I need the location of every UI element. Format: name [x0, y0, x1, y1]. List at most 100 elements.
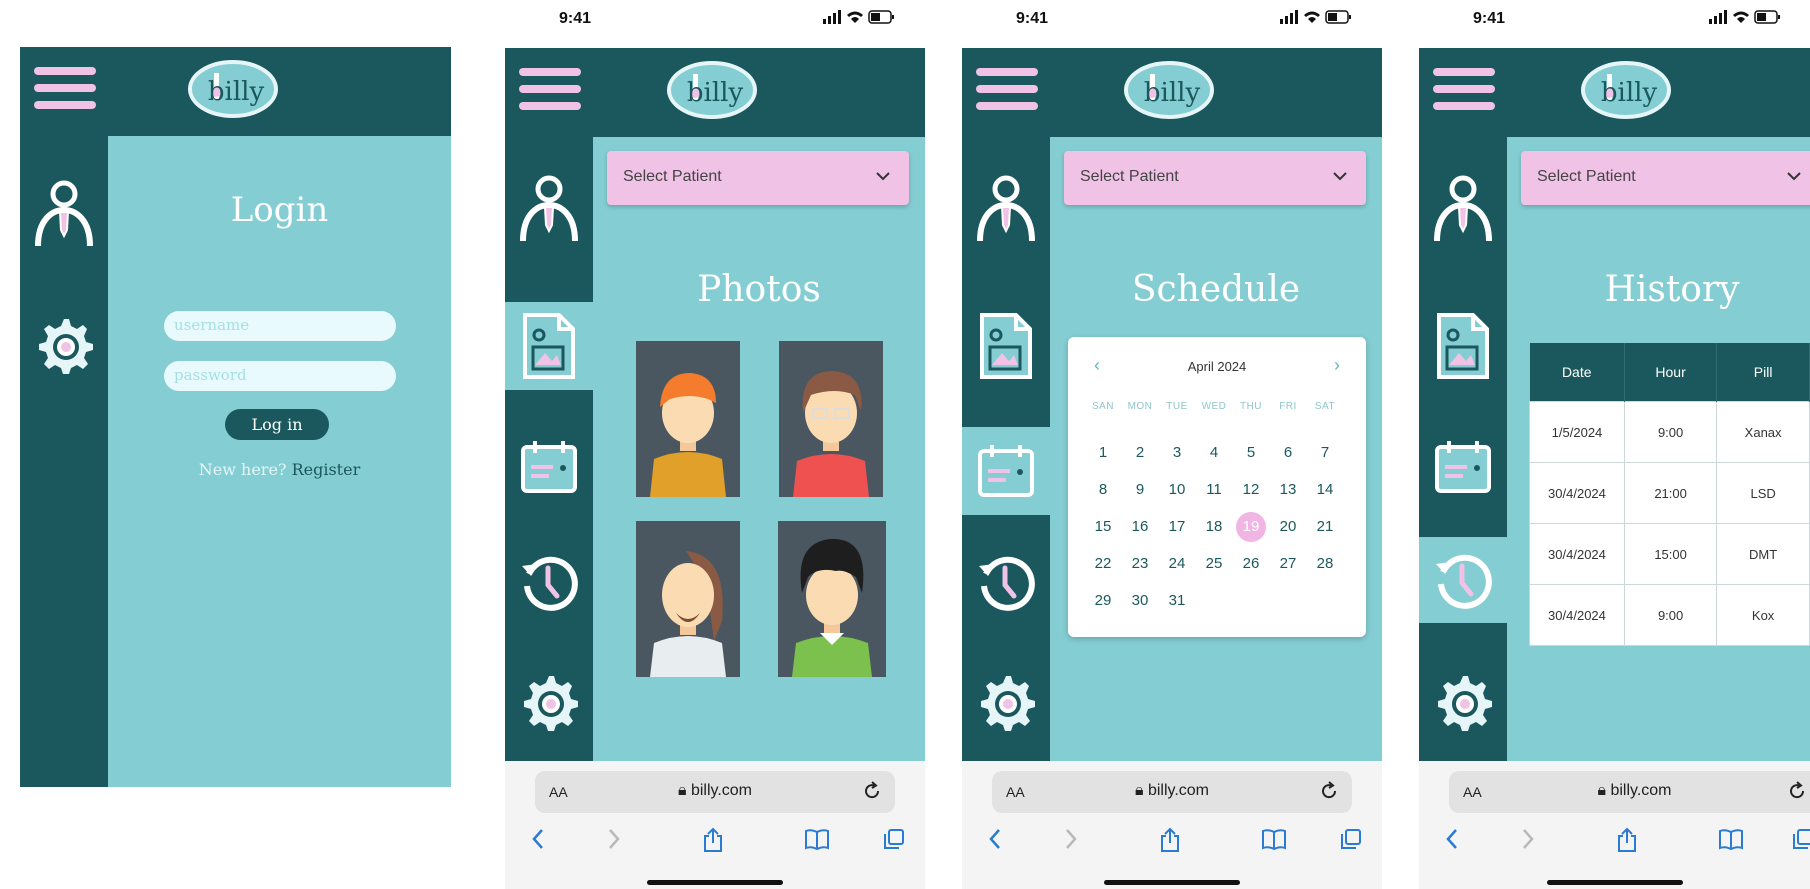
nav-photos[interactable]: [505, 302, 593, 390]
photo-document-icon: [519, 311, 579, 381]
calendar-day[interactable]: 10: [1162, 475, 1192, 505]
calendar-day[interactable]: 25: [1199, 549, 1229, 579]
next-month-icon[interactable]: ›: [1334, 355, 1340, 376]
calendar-day[interactable]: 31: [1162, 586, 1192, 616]
hamburger-menu-icon[interactable]: [976, 68, 1038, 118]
calendar-day[interactable]: 17: [1162, 512, 1192, 542]
calendar-day-selected[interactable]: 19: [1236, 512, 1266, 542]
select-patient-dropdown[interactable]: Select Patient: [1521, 151, 1810, 205]
nav-profile[interactable]: [505, 165, 593, 255]
table-header[interactable]: Pill: [1716, 343, 1810, 402]
select-patient-dropdown[interactable]: Select Patient: [1064, 151, 1366, 205]
calendar-day[interactable]: 8: [1088, 475, 1118, 505]
nav-schedule[interactable]: [505, 427, 593, 507]
hamburger-menu-icon[interactable]: [519, 68, 581, 118]
table-cell: 9:00: [1623, 401, 1718, 463]
calendar-day[interactable]: 28: [1310, 549, 1340, 579]
patient-photo[interactable]: [636, 521, 740, 677]
nav-profile[interactable]: [20, 170, 108, 260]
calendar-day[interactable]: 29: [1088, 586, 1118, 616]
nav-history[interactable]: [505, 537, 593, 627]
calendar-day[interactable]: 3: [1162, 438, 1192, 468]
forward-icon[interactable]: [1519, 827, 1537, 851]
forward-icon[interactable]: [605, 827, 623, 851]
calendar-day[interactable]: 4: [1199, 438, 1229, 468]
calendar-day[interactable]: 16: [1125, 512, 1155, 542]
calendar-day[interactable]: 18: [1199, 512, 1229, 542]
share-icon[interactable]: [1159, 827, 1181, 853]
calendar-day[interactable]: 27: [1273, 549, 1303, 579]
nav-schedule[interactable]: [962, 427, 1050, 515]
calendar-day[interactable]: 22: [1088, 549, 1118, 579]
login-button[interactable]: Log in: [225, 409, 329, 440]
reload-icon[interactable]: [861, 780, 883, 802]
back-icon[interactable]: [1443, 827, 1461, 851]
patient-photo[interactable]: [779, 341, 883, 497]
table-header[interactable]: Date: [1529, 343, 1625, 402]
calendar-day[interactable]: 15: [1088, 512, 1118, 542]
calendar-day[interactable]: 23: [1125, 549, 1155, 579]
table-row[interactable]: 1/5/2024 9:00 Xanax: [1529, 401, 1810, 463]
reload-icon[interactable]: [1786, 780, 1808, 802]
calendar-day[interactable]: 2: [1125, 438, 1155, 468]
calendar-day[interactable]: 11: [1199, 475, 1229, 505]
select-patient-dropdown[interactable]: Select Patient: [607, 151, 909, 205]
calendar-day[interactable]: 20: [1273, 512, 1303, 542]
calendar-day[interactable]: 13: [1273, 475, 1303, 505]
share-icon[interactable]: [1616, 827, 1638, 853]
bookmarks-icon[interactable]: [804, 827, 830, 851]
nav-photos[interactable]: [1419, 302, 1507, 390]
username-input[interactable]: username: [164, 311, 396, 341]
patient-photo[interactable]: [636, 341, 740, 497]
nav-history[interactable]: [1419, 537, 1507, 623]
calendar-day[interactable]: 1: [1088, 438, 1118, 468]
reload-icon[interactable]: [1318, 780, 1340, 802]
address-bar[interactable]: AA 🔒︎ billy.com: [1449, 771, 1810, 813]
url-text: 🔒︎ billy.com: [1134, 782, 1209, 799]
calendar-day[interactable]: 7: [1310, 438, 1340, 468]
patient-photo[interactable]: [778, 521, 886, 677]
address-bar[interactable]: AA 🔒︎ billy.com: [535, 771, 895, 813]
back-icon[interactable]: [529, 827, 547, 851]
calendar-day[interactable]: 6: [1273, 438, 1303, 468]
nav-history[interactable]: [962, 537, 1050, 627]
nav-settings[interactable]: [20, 300, 108, 390]
table-row[interactable]: 30/4/2024 9:00 Kox: [1529, 584, 1810, 646]
nav-schedule[interactable]: [1419, 427, 1507, 507]
nav-profile[interactable]: [962, 165, 1050, 255]
nav-settings[interactable]: [505, 657, 593, 747]
hamburger-menu-icon[interactable]: [1433, 68, 1495, 118]
calendar-day[interactable]: 26: [1236, 549, 1266, 579]
tabs-icon[interactable]: [1791, 827, 1810, 851]
share-icon[interactable]: [702, 827, 724, 853]
nav-photos[interactable]: [962, 302, 1050, 390]
bookmarks-icon[interactable]: [1261, 827, 1287, 851]
table-row[interactable]: 30/4/2024 21:00 LSD: [1529, 462, 1810, 524]
nav-settings[interactable]: [962, 657, 1050, 747]
calendar-day[interactable]: 5: [1236, 438, 1266, 468]
calendar-day[interactable]: 24: [1162, 549, 1192, 579]
calendar-day[interactable]: 21: [1310, 512, 1340, 542]
hamburger-menu-icon[interactable]: [34, 67, 96, 117]
status-bar: 9:41: [505, 0, 925, 38]
tabs-icon[interactable]: [882, 827, 906, 851]
register-link[interactable]: Register: [292, 460, 361, 479]
calendar-day[interactable]: 14: [1310, 475, 1340, 505]
calendar-day[interactable]: 30: [1125, 586, 1155, 616]
calendar-day[interactable]: 9: [1125, 475, 1155, 505]
nav-settings[interactable]: [1419, 657, 1507, 747]
history-table: Date Hour Pill 1/5/2024 9:00 Xanax 30/4/2024 2…: [1529, 343, 1810, 646]
calendar-weekday: SAT: [1314, 401, 1336, 412]
svg-text:billy: billy: [1601, 78, 1658, 108]
calendar-weekday: SAN: [1091, 401, 1115, 412]
forward-icon[interactable]: [1062, 827, 1080, 851]
tabs-icon[interactable]: [1339, 827, 1363, 851]
nav-profile[interactable]: [1419, 165, 1507, 255]
calendar-day[interactable]: 12: [1236, 475, 1266, 505]
password-input[interactable]: password: [164, 361, 396, 391]
table-row[interactable]: 30/4/2024 15:00 DMT: [1529, 523, 1810, 585]
address-bar[interactable]: AA 🔒︎ billy.com: [992, 771, 1352, 813]
back-icon[interactable]: [986, 827, 1004, 851]
table-header[interactable]: Hour: [1624, 343, 1718, 402]
bookmarks-icon[interactable]: [1718, 827, 1744, 851]
